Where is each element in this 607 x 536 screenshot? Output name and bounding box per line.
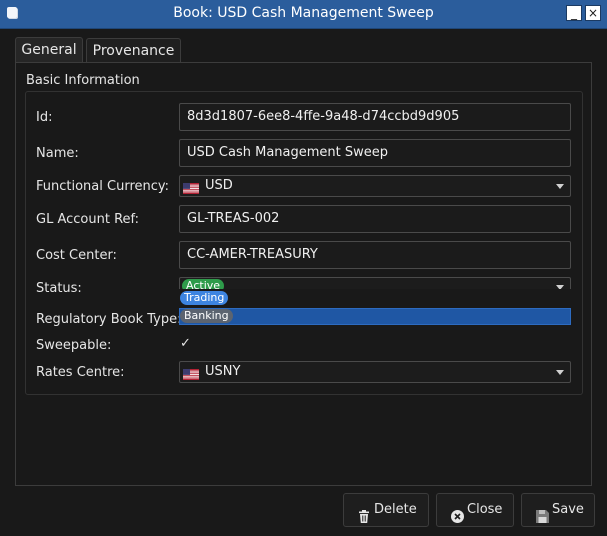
- list-item-highlight[interactable]: [179, 308, 571, 325]
- sweepable-label: Sweepable:: [36, 338, 112, 353]
- name-field[interactable]: USD Cash Management Sweep: [179, 139, 571, 167]
- trash-icon: [358, 504, 370, 536]
- chevron-down-icon: [556, 370, 564, 375]
- status-label: Status:: [36, 281, 82, 296]
- group-title-basic-information: Basic Information: [26, 73, 140, 88]
- us-flag-icon: [183, 181, 199, 201]
- delete-button-label: Delete: [374, 502, 417, 517]
- regulatory-book-type-list[interactable]: Trading Banking: [179, 289, 571, 327]
- functional-currency-label: Functional Currency:: [36, 179, 170, 194]
- chevron-down-icon: [556, 184, 564, 189]
- functional-currency-combo[interactable]: USD: [179, 175, 571, 197]
- delete-button[interactable]: Delete: [343, 493, 429, 527]
- title-bar[interactable]: Book: USD Cash Management Sweep _ ×: [0, 0, 607, 29]
- save-button[interactable]: Save: [521, 493, 595, 527]
- us-flag-icon: [183, 367, 199, 387]
- close-window-button[interactable]: ×: [585, 5, 601, 21]
- id-field[interactable]: 8d3d1807-6ee8-4ffe-9a48-d74ccbd9d905: [179, 103, 571, 131]
- rates-centre-combo[interactable]: USNY: [179, 361, 571, 383]
- id-label: Id:: [36, 110, 53, 125]
- sweepable-checkbox[interactable]: ✓: [180, 336, 191, 351]
- cost-center-label: Cost Center:: [36, 248, 117, 263]
- save-icon: [536, 504, 549, 536]
- window-title: Book: USD Cash Management Sweep: [173, 5, 434, 21]
- close-button[interactable]: Close: [436, 493, 514, 527]
- save-button-label: Save: [552, 502, 584, 517]
- rates-centre-label: Rates Centre:: [36, 365, 125, 380]
- close-button-label: Close: [467, 502, 503, 517]
- tab-general[interactable]: General: [15, 37, 83, 63]
- gl-account-ref-field[interactable]: GL-TREAS-002: [179, 205, 571, 233]
- option-trading-badge[interactable]: Trading: [180, 291, 229, 305]
- cost-center-field[interactable]: CC-AMER-TREASURY: [179, 241, 571, 269]
- minimize-button[interactable]: _: [566, 5, 582, 21]
- close-circle-icon: [451, 504, 464, 536]
- tab-provenance[interactable]: Provenance: [86, 38, 181, 64]
- regulatory-book-type-label: Regulatory Book Type:: [36, 312, 182, 327]
- rates-centre-value: USNY: [205, 364, 241, 379]
- functional-currency-value: USD: [205, 178, 233, 193]
- gl-account-ref-label: GL Account Ref:: [36, 212, 140, 227]
- name-label: Name:: [36, 146, 79, 161]
- option-banking-badge[interactable]: Banking: [180, 309, 233, 323]
